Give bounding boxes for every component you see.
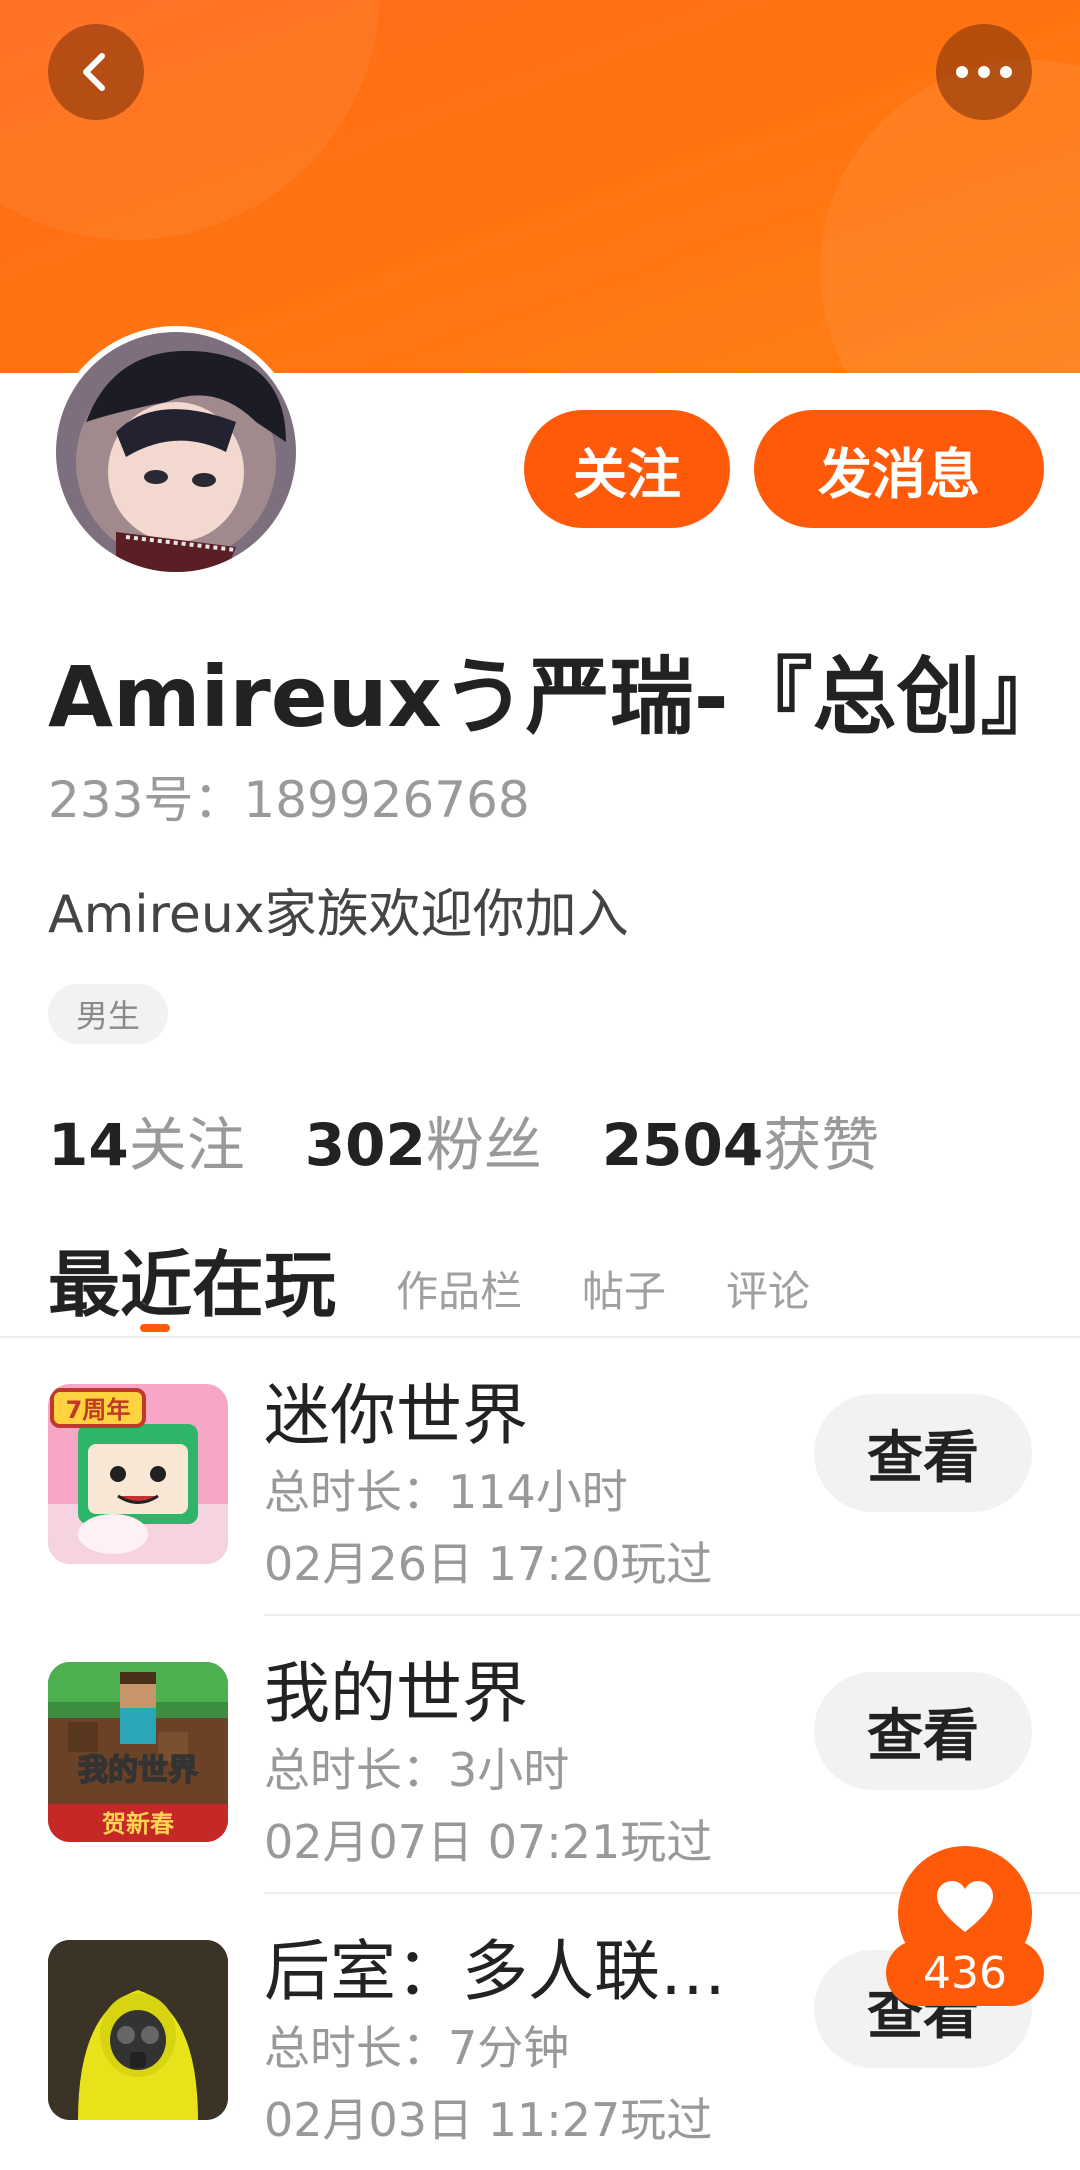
game-title: 迷你世界	[264, 1377, 528, 1454]
send-message-button[interactable]: 发消息	[754, 410, 1044, 528]
follow-button[interactable]: 关注	[524, 410, 730, 528]
minecraft-game-icon: 我的世界 贺新春	[48, 1662, 228, 1842]
stat-following[interactable]: 14关注	[48, 1098, 245, 1182]
stat-following-label: 关注	[128, 1111, 245, 1179]
game-last-played: 02月03日 11:27玩过	[264, 2093, 713, 2147]
stat-fans-count: 302	[304, 1111, 426, 1179]
game-icon-badge: 我的世界	[78, 1753, 198, 1788]
game-duration: 总时长：7分钟	[264, 2021, 570, 2075]
game-last-played: 02月26日 17:20玩过	[264, 1537, 713, 1591]
profile-tabs: 最近在玩 作品栏 帖子 评论	[48, 1226, 810, 1331]
game-title: 后室：多人联…	[264, 1933, 726, 2010]
backrooms-game-icon	[48, 1940, 228, 2120]
stat-fans[interactable]: 302粉丝	[305, 1098, 542, 1182]
game-title: 我的世界	[264, 1655, 528, 1732]
view-button[interactable]: 查看	[814, 1672, 1032, 1790]
stat-likes[interactable]: 2504获赞	[602, 1098, 879, 1182]
chevron-left-icon	[83, 53, 105, 91]
profile-header-banner	[0, 0, 1080, 373]
profile-name: Amireuxう严瑞-『总创』	[48, 648, 1065, 746]
tab-posts[interactable]: 帖子	[582, 1258, 666, 1331]
list-item[interactable]: 7周年 迷你世界 总时长：114小时 02月26日 17:20玩过 查看	[0, 1336, 1080, 1614]
back-button[interactable]	[48, 24, 144, 120]
like-count: 436	[886, 1940, 1044, 2006]
avatar-image	[56, 332, 296, 572]
stat-likes-count: 2504	[601, 1111, 764, 1179]
gender-tag: 男生	[48, 984, 168, 1044]
game-duration: 总时长：114小时	[264, 1465, 628, 1519]
more-button[interactable]	[936, 24, 1032, 120]
game-last-played: 02月07日 07:21玩过	[264, 1815, 713, 1869]
view-button[interactable]: 查看	[814, 1394, 1032, 1512]
profile-stats: 14关注 302粉丝 2504获赞	[48, 1098, 879, 1182]
mini-world-game-icon: 7周年	[48, 1384, 228, 1564]
avatar[interactable]	[50, 326, 302, 578]
stat-likes-label: 获赞	[763, 1111, 880, 1179]
tab-recently-playing[interactable]: 最近在玩	[48, 1226, 336, 1331]
user-id: 233号：189926768	[48, 771, 530, 829]
stat-following-count: 14	[48, 1111, 129, 1179]
heart-icon	[937, 1881, 993, 1932]
more-dots-icon	[956, 66, 1012, 78]
list-item[interactable]: 我的世界 贺新春 我的世界 总时长：3小时 02月07日 07:21玩过 查看	[0, 1614, 1080, 1892]
game-icon-badge: 7周年	[66, 1396, 131, 1424]
active-tab-indicator	[140, 1324, 170, 1332]
stat-fans-label: 粉丝	[425, 1111, 542, 1179]
tab-works[interactable]: 作品栏	[396, 1258, 522, 1331]
profile-bio: Amireux家族欢迎你加入	[48, 885, 629, 945]
game-icon-subbadge: 贺新春	[102, 1810, 174, 1838]
tab-comments[interactable]: 评论	[726, 1258, 810, 1331]
game-duration: 总时长：3小时	[264, 1743, 570, 1797]
